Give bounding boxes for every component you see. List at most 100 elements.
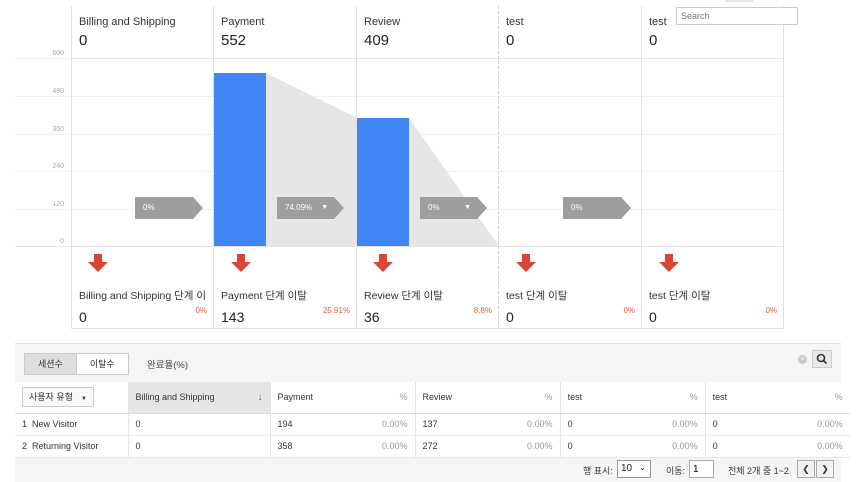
conversion-rate: 74.09% <box>285 203 313 212</box>
conversion-rate: 0% <box>571 203 583 212</box>
funnel-visualization: 600 480 360 240 120 0 Billing and Shippi… <box>0 0 860 335</box>
table-cell: 0.00% <box>375 435 416 458</box>
stage-value: 552 <box>221 32 247 49</box>
conversion-tag[interactable]: 0% ▼ <box>420 197 487 219</box>
table-cell: 0.00% <box>810 435 850 458</box>
goto-label: 이동: <box>666 466 686 476</box>
stage-value: 0 <box>649 32 658 49</box>
conversion-rate: 0% <box>428 203 440 212</box>
table-cell: 272 <box>414 435 521 458</box>
exit-box-payment[interactable]: Payment 단계 이탈 143 25.91% <box>213 280 356 328</box>
exit-name: Payment 단계 이탈 <box>221 290 307 302</box>
exit-arrow-icon <box>231 254 251 272</box>
exit-name: Review 단계 이탈 <box>364 290 443 302</box>
stage-value: 0 <box>506 32 515 49</box>
conversion-tag[interactable]: 0% <box>135 197 203 219</box>
previous-page-button[interactable]: ❮ <box>797 460 815 478</box>
column-header-payment[interactable]: Payment <box>269 382 375 414</box>
table-cell: 0 <box>559 413 666 436</box>
row-index: 1 <box>22 419 28 429</box>
exit-percent: 8.8% <box>473 306 492 315</box>
rows-per-page-label: 행 표시: <box>583 466 613 476</box>
goto-page-input[interactable] <box>689 460 714 478</box>
sort-down-icon[interactable]: ↓ <box>258 392 263 403</box>
chevron-down-icon: ⌄ <box>639 463 646 472</box>
conversion-rate: 0% <box>143 203 155 212</box>
conversion-tag[interactable]: 0% <box>563 197 631 219</box>
stage-name: Review <box>364 16 401 28</box>
clear-icon[interactable]: × <box>798 355 807 364</box>
exit-value: 0 <box>649 309 657 325</box>
row-dimension-value[interactable]: Returning Visitor <box>32 441 98 451</box>
row-label: 1 New Visitor <box>15 413 128 436</box>
table-cell: 194 <box>269 413 375 436</box>
chevron-right-icon: ❯ <box>821 464 829 474</box>
column-header-review[interactable]: Review <box>414 382 521 414</box>
rows-per-page-select[interactable]: 10 ⌄ <box>617 460 651 478</box>
stage-value: 0 <box>79 32 88 49</box>
page-range-text: 전체 2개 중 1~2 <box>728 466 789 476</box>
table-cell: 0.00% <box>520 435 561 458</box>
column-header-test-2[interactable]: test <box>704 382 811 414</box>
column-separator <box>783 6 784 329</box>
search-input[interactable] <box>676 7 798 25</box>
table-cell: 0.00% <box>810 413 850 436</box>
tab-exits[interactable]: 이탈수 <box>75 353 129 375</box>
search-button[interactable] <box>812 350 832 368</box>
exit-value: 36 <box>364 309 380 325</box>
table-cell: 0.00% <box>375 413 416 436</box>
exit-box-test-2[interactable]: test 단계 이탈 0 0% <box>641 280 783 328</box>
table-cell: 0.00% <box>665 413 706 436</box>
exit-value: 0 <box>506 309 514 325</box>
stage-name: Payment <box>221 16 265 28</box>
column-header-test-1[interactable]: test <box>559 382 666 414</box>
funnel-bar-review[interactable] <box>357 117 409 246</box>
exit-value: 0 <box>79 309 87 325</box>
table-cell: 0 <box>127 435 270 458</box>
stage-header-payment[interactable]: Payment 552 <box>213 6 356 58</box>
funnel-bar-payment[interactable] <box>214 73 266 246</box>
table-row: 2 Returning Visitor 0 358 0.00% 272 0.00… <box>15 435 850 458</box>
column-label: Billing and Shipping <box>135 391 215 402</box>
conversion-tag[interactable]: 74.09% ▼ <box>277 197 344 219</box>
stage-header-test-1[interactable]: test 0 <box>498 6 641 58</box>
column-header-percent[interactable]: % <box>520 382 561 414</box>
table-cell: 0 <box>704 435 811 458</box>
table-header-row: 사용자 유형 ▼ Billing and Shipping ↓ Payment % … <box>15 382 850 414</box>
chevron-down-icon: ▼ <box>80 396 87 403</box>
dimension-label: 사용자 유형 <box>29 392 73 403</box>
chevron-down-icon: ▼ <box>321 204 328 211</box>
stage-header-billing[interactable]: Billing and Shipping 0 <box>71 6 213 58</box>
row-dimension-value[interactable]: New Visitor <box>32 419 77 429</box>
next-page-button[interactable]: ❯ <box>816 460 834 478</box>
chevron-left-icon: ❮ <box>802 464 810 474</box>
exit-arrow-icon <box>88 254 108 272</box>
exit-arrow-icon <box>516 254 536 272</box>
column-header-percent[interactable]: % <box>665 382 706 414</box>
row-label: 2 Returning Visitor <box>15 435 128 458</box>
exit-box-test-1[interactable]: test 단계 이탈 0 0% <box>498 280 641 328</box>
dimension-selector[interactable]: 사용자 유형 ▼ <box>22 387 94 408</box>
table-cell: 0.00% <box>665 435 706 458</box>
stage-name: test <box>506 16 524 28</box>
table-row: 1 New Visitor 0 194 0.00% 137 0.00% 0 0.… <box>15 413 850 436</box>
exit-name: test 단계 이탈 <box>649 290 711 302</box>
column-header-percent[interactable]: % <box>375 382 416 414</box>
exit-percent: 0% <box>195 306 207 315</box>
dimension-header: 사용자 유형 ▼ <box>15 382 128 414</box>
column-header-billing[interactable]: Billing and Shipping ↓ <box>127 382 270 414</box>
table-cell: 0 <box>704 413 811 436</box>
rows-per-page-value: 10 <box>621 463 633 474</box>
chevron-down-icon: ▼ <box>464 204 471 211</box>
exit-percent: 0% <box>765 306 777 315</box>
tab-sessions[interactable]: 세션수 <box>24 353 76 375</box>
table-cell: 358 <box>269 435 375 458</box>
funnel-data-table: 사용자 유형 ▼ Billing and Shipping ↓ Payment % … <box>15 382 850 458</box>
stage-header-review[interactable]: Review 409 <box>356 6 498 58</box>
exit-box-review[interactable]: Review 단계 이탈 36 8.8% <box>356 280 498 328</box>
exit-name: Billing and Shipping 단계 이... <box>79 290 207 302</box>
exit-box-billing[interactable]: Billing and Shipping 단계 이... 0 0% <box>71 280 213 328</box>
tab-completion-rate[interactable]: 완료율(%) <box>147 357 188 371</box>
stage-name: Billing and Shipping <box>79 16 176 28</box>
column-header-percent[interactable]: % <box>810 382 850 414</box>
